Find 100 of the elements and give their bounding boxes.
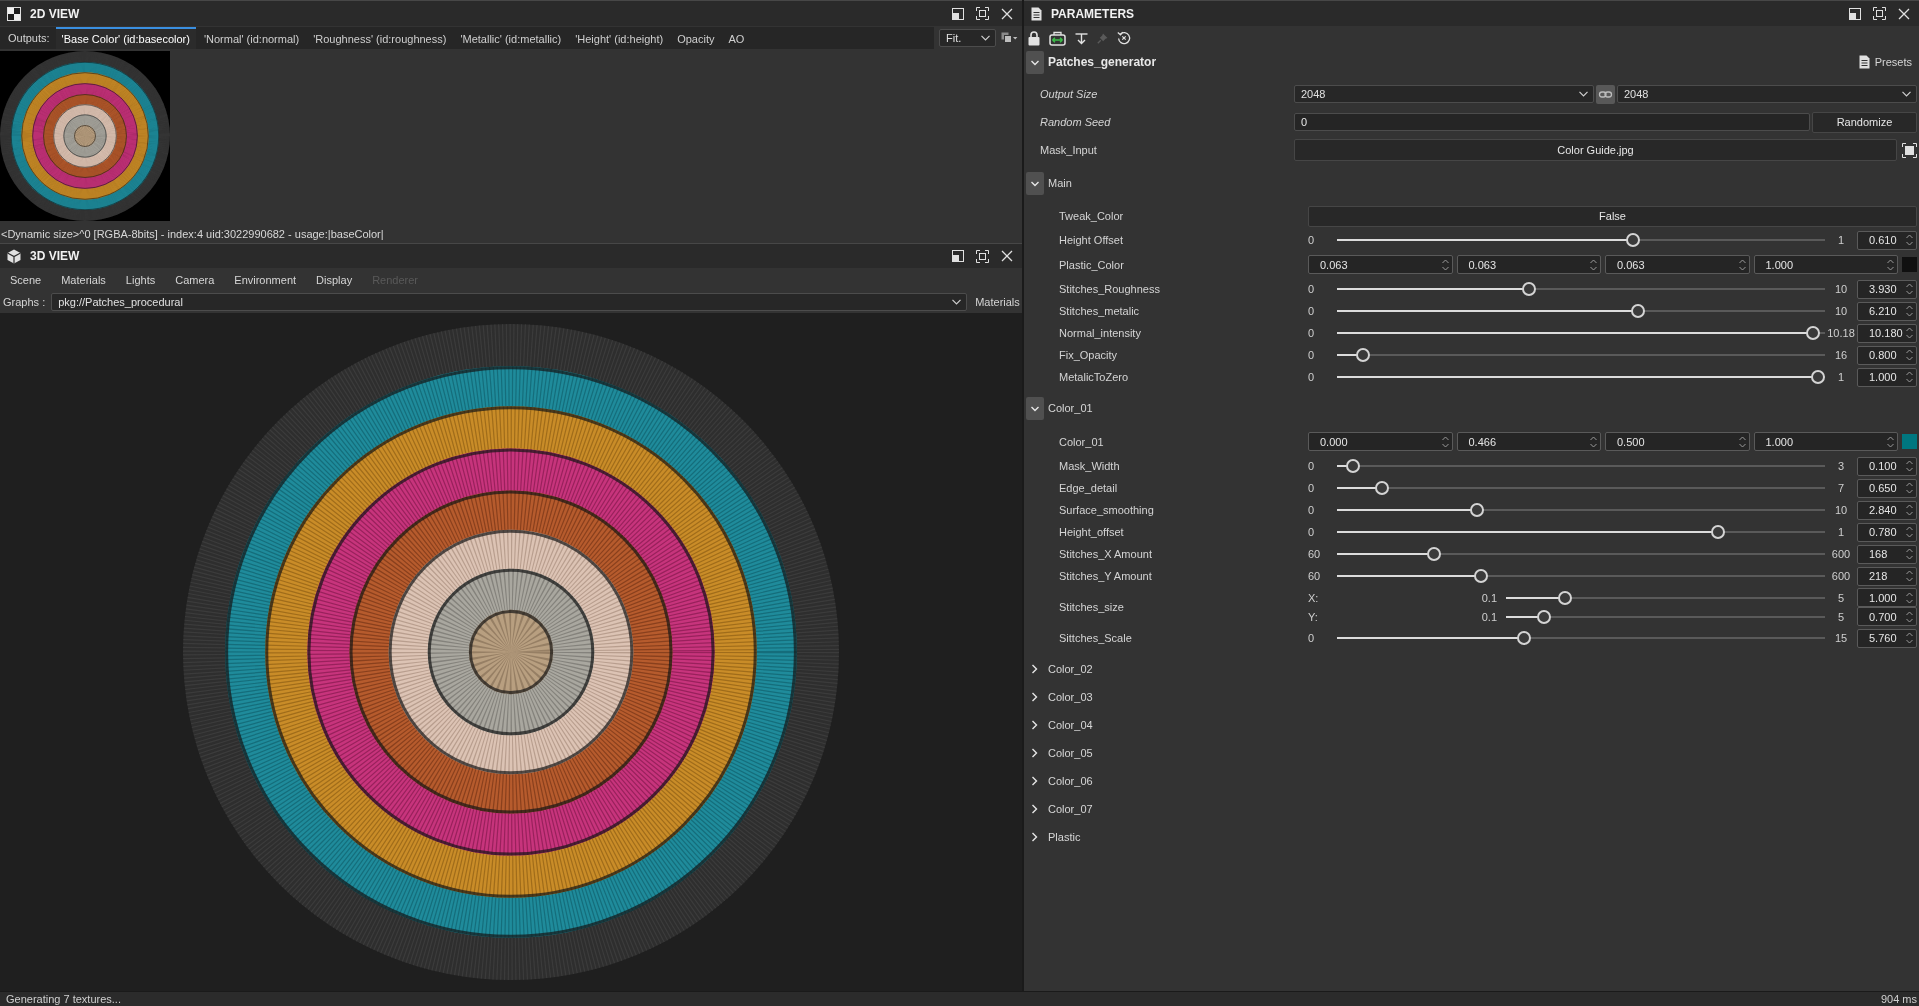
- spin-arrows-icon[interactable]: [1906, 548, 1913, 560]
- value-field[interactable]: 5.760: [1857, 628, 1917, 648]
- size-dropdown[interactable]: 2048: [1617, 85, 1917, 103]
- arrow-down-icon[interactable]: [1075, 31, 1088, 45]
- maximize-icon[interactable]: [976, 249, 989, 263]
- spin-arrows-icon[interactable]: [1906, 305, 1913, 317]
- slider-thumb[interactable]: [1806, 326, 1821, 340]
- value-field[interactable]: 3.930: [1857, 279, 1917, 299]
- chevron-down-icon[interactable]: [1026, 396, 1044, 420]
- channel-field[interactable]: 0.466: [1456, 432, 1601, 451]
- menu-item[interactable]: Scene: [10, 273, 42, 286]
- chevron-right-icon[interactable]: [1031, 804, 1038, 814]
- spin-arrows-icon[interactable]: [1887, 258, 1894, 271]
- output-tab[interactable]: 'Height' (id:height): [569, 27, 670, 49]
- value-field[interactable]: 0.610: [1857, 230, 1917, 250]
- spin-arrows-icon[interactable]: [1590, 258, 1597, 271]
- close-icon[interactable]: [1001, 250, 1013, 262]
- value-field[interactable]: 2.840: [1857, 500, 1917, 520]
- value-field[interactable]: 6.210: [1857, 301, 1917, 321]
- reset-icon[interactable]: [1117, 31, 1131, 45]
- materials-button[interactable]: Materials: [975, 296, 1020, 308]
- spin-arrows-icon[interactable]: [1590, 435, 1597, 448]
- menu-item[interactable]: Camera: [175, 273, 215, 286]
- spin-arrows-icon[interactable]: [1906, 504, 1913, 516]
- value-field[interactable]: 218: [1857, 566, 1917, 586]
- graph-dropdown[interactable]: pkg://Patches_procedural: [51, 293, 968, 311]
- spin-arrows-icon[interactable]: [1906, 570, 1913, 582]
- output-tab[interactable]: 'Normal' (id:normal): [197, 27, 306, 49]
- chevron-down-icon[interactable]: [1026, 50, 1044, 74]
- spin-arrows-icon[interactable]: [1738, 435, 1746, 448]
- slider-thumb[interactable]: [1474, 569, 1489, 583]
- slider-thumb[interactable]: [1557, 590, 1572, 605]
- value-field[interactable]: 0.780: [1857, 522, 1917, 542]
- color-swatch-icon[interactable]: [1902, 257, 1917, 272]
- close-icon[interactable]: [1898, 7, 1910, 20]
- chevron-right-icon[interactable]: [1031, 664, 1038, 674]
- slider-thumb[interactable]: [1536, 609, 1551, 624]
- slider-thumb[interactable]: [1517, 631, 1532, 645]
- spin-arrows-icon[interactable]: [1441, 435, 1449, 448]
- restore-icon[interactable]: [952, 250, 964, 262]
- spin-arrows-icon[interactable]: [1738, 258, 1746, 271]
- value-field[interactable]: 10.180: [1857, 323, 1917, 343]
- toggle-button[interactable]: False: [1308, 205, 1917, 227]
- slider-thumb[interactable]: [1630, 304, 1645, 318]
- frame-icon[interactable]: [1902, 142, 1917, 158]
- value-field[interactable]: 168: [1857, 544, 1917, 564]
- spin-arrows-icon[interactable]: [1906, 327, 1913, 339]
- spin-arrows-icon[interactable]: [1906, 526, 1913, 538]
- menu-item[interactable]: Environment: [234, 273, 297, 286]
- chevron-right-icon[interactable]: [1031, 720, 1038, 730]
- zoom-dropdown[interactable]: Fit.: [939, 29, 996, 47]
- maximize-icon[interactable]: [976, 7, 989, 20]
- slider-thumb[interactable]: [1427, 547, 1442, 561]
- swap-arrows-icon[interactable]: [1049, 30, 1066, 46]
- channel-field[interactable]: 0.000: [1308, 432, 1453, 451]
- output-tab[interactable]: 'Metallic' (id:metallic): [454, 27, 568, 49]
- close-icon[interactable]: [1001, 7, 1013, 20]
- value-field[interactable]: 1.000: [1857, 367, 1917, 387]
- restore-icon[interactable]: [952, 7, 964, 20]
- slider-thumb[interactable]: [1626, 233, 1641, 247]
- presets-button[interactable]: Presets: [1858, 55, 1912, 69]
- size-dropdown[interactable]: 2048: [1294, 85, 1594, 103]
- seed-field[interactable]: 0: [1294, 113, 1810, 131]
- output-tab[interactable]: AO: [722, 27, 751, 49]
- slider-thumb[interactable]: [1374, 481, 1389, 495]
- spin-arrows-icon[interactable]: [1906, 591, 1913, 604]
- chevron-right-icon[interactable]: [1031, 748, 1038, 758]
- file-button[interactable]: Color Guide.jpg: [1294, 139, 1897, 161]
- chevron-right-icon[interactable]: [1031, 776, 1038, 786]
- link-icon[interactable]: [1596, 84, 1615, 104]
- menu-item[interactable]: Lights: [125, 273, 156, 286]
- spin-arrows-icon[interactable]: [1906, 482, 1913, 494]
- channel-field[interactable]: 0.063: [1456, 255, 1601, 274]
- menu-item[interactable]: Materials: [61, 273, 106, 286]
- chevron-down-icon[interactable]: [1026, 171, 1044, 195]
- menu-item[interactable]: Display: [316, 273, 353, 286]
- channel-field[interactable]: 0.063: [1605, 255, 1750, 274]
- spin-arrows-icon[interactable]: [1906, 371, 1913, 383]
- slider-thumb[interactable]: [1811, 370, 1825, 384]
- spin-arrows-icon[interactable]: [1906, 460, 1913, 472]
- randomize-button[interactable]: Randomize: [1812, 111, 1917, 133]
- chevron-right-icon[interactable]: [1031, 692, 1038, 702]
- slider-thumb[interactable]: [1346, 459, 1361, 473]
- color-swatch-icon[interactable]: [1902, 434, 1917, 449]
- output-tab[interactable]: 'Roughness' (id:roughness): [307, 27, 453, 49]
- output-tab[interactable]: Opacity: [671, 27, 721, 49]
- value-field[interactable]: 0.100: [1857, 456, 1917, 476]
- slider-thumb[interactable]: [1711, 525, 1726, 539]
- channel-field[interactable]: 1.000: [1753, 432, 1898, 451]
- spin-arrows-icon[interactable]: [1906, 234, 1913, 246]
- stacked-squares-icon[interactable]: [1001, 32, 1018, 44]
- output-tab[interactable]: 'Base Color' (id:basecolor): [55, 27, 196, 49]
- lock-icon[interactable]: [1028, 30, 1040, 46]
- slider-thumb[interactable]: [1355, 348, 1370, 362]
- spin-arrows-icon[interactable]: [1906, 283, 1913, 295]
- maximize-icon[interactable]: [1873, 7, 1886, 20]
- restore-icon[interactable]: [1849, 7, 1861, 20]
- spin-arrows-icon[interactable]: [1906, 349, 1913, 361]
- spin-arrows-icon[interactable]: [1887, 435, 1894, 448]
- chevron-right-icon[interactable]: [1031, 832, 1038, 842]
